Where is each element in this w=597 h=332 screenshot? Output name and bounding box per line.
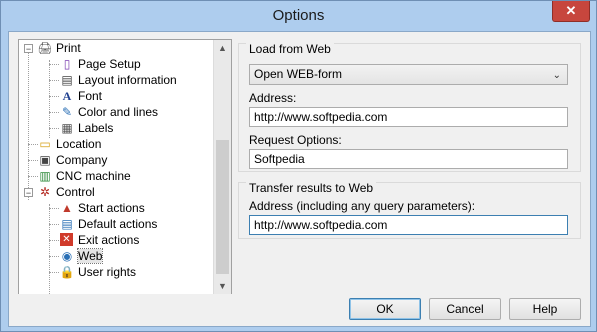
tree-connector: [49, 96, 59, 97]
tree-item-font[interactable]: A Font: [59, 88, 102, 104]
tree-item-page-setup[interactable]: ▯ Page Setup: [59, 56, 141, 72]
tree-item-location[interactable]: ▭ Location: [37, 136, 101, 152]
request-options-label: Request Options:: [249, 133, 342, 147]
tree-item-label: Layout information: [78, 73, 177, 87]
tree-scrollbar[interactable]: ▲ ▼: [213, 40, 231, 295]
start-actions-icon: ▲: [61, 201, 73, 215]
layout-icon: ▤: [61, 73, 73, 87]
tree-item-label: Font: [78, 89, 103, 103]
tree-item-label: Color and lines: [78, 105, 159, 119]
default-actions-icon: ▤: [61, 217, 73, 231]
tree-item-label: Control: [56, 185, 95, 199]
options-tree[interactable]: − 🖨 Print ▯ Page Setup ▤ Layout information…: [18, 39, 232, 296]
tree-connector: [49, 80, 59, 81]
web-search-icon: ◉: [61, 249, 73, 263]
tree-item-print[interactable]: 🖨 Print: [37, 40, 81, 56]
collapse-print-toggle[interactable]: −: [24, 44, 33, 54]
tree-item-label: Default actions: [78, 217, 158, 231]
tree-item-label: Start actions: [78, 201, 145, 215]
tree-item-default-actions[interactable]: ▤ Default actions: [59, 216, 157, 232]
tree-connector: [49, 64, 59, 65]
address-label: Address:: [249, 91, 297, 105]
tree-item-label: Exit actions: [78, 233, 140, 247]
tree-item-control[interactable]: ✲ Control: [37, 184, 95, 200]
tree-connector: [49, 224, 59, 225]
web-action-select-value: Open WEB-form: [254, 67, 343, 81]
page-setup-icon: ▯: [63, 57, 71, 71]
tree-item-label: Company: [56, 153, 108, 167]
scroll-down-icon[interactable]: ▼: [214, 278, 231, 295]
tree-item-label: Web: [76, 248, 104, 264]
tree-connector: [28, 50, 29, 200]
folder-icon: ▭: [39, 137, 51, 151]
web-settings-panel: Load from Web Open WEB-form ⌄ Address: h…: [238, 39, 583, 294]
options-window: Options ✕ SOFTPEDIA − 🖨Print: [0, 0, 597, 332]
tree-item-labels[interactable]: ▦ Labels: [59, 120, 113, 136]
transfer-address-input[interactable]: http://www.softpedia.com: [249, 215, 568, 235]
address-input[interactable]: http://www.softpedia.com: [249, 107, 568, 127]
dialog-client-area: SOFTPEDIA − 🖨Print ▯Page: [8, 31, 591, 327]
help-button[interactable]: Help: [509, 298, 581, 320]
color-lines-icon: ✎: [61, 105, 73, 119]
tree-item-label: CNC machine: [56, 169, 131, 183]
tree-connector: [49, 208, 59, 209]
tree-connector: [49, 112, 59, 113]
tree-connector: [49, 256, 59, 257]
transfer-results-legend: Transfer results to Web: [246, 181, 377, 195]
load-from-web-group: Load from Web Open WEB-form ⌄ Address: h…: [238, 42, 581, 172]
close-button[interactable]: ✕: [552, 1, 590, 22]
tree-connector: [49, 272, 59, 273]
tree-item-company[interactable]: ▣ Company: [37, 152, 107, 168]
tree-item-cnc-machine[interactable]: ▥ CNC machine: [37, 168, 131, 184]
tree-item-exit-actions[interactable]: ✕ Exit actions: [59, 232, 139, 248]
tree-item-color-and-lines[interactable]: ✎ Color and lines: [59, 104, 158, 120]
button-bar: [9, 294, 590, 326]
tree-connector: [49, 204, 50, 295]
tree-item-label: Page Setup: [78, 57, 141, 71]
tree-connector: [49, 60, 50, 138]
company-icon: ▣: [39, 153, 51, 167]
lock-icon: 🔒: [59, 265, 75, 279]
request-options-input[interactable]: Softpedia: [249, 149, 568, 169]
tree-item-web[interactable]: ◉ Web: [59, 248, 104, 264]
tree-item-user-rights[interactable]: 🔒 User rights: [59, 264, 137, 280]
tree-connector: [49, 240, 59, 241]
tree-item-label: Labels: [78, 121, 114, 135]
tree-connector: [49, 128, 59, 129]
transfer-address-label: Address (including any query parameters)…: [249, 199, 476, 213]
title-bar[interactable]: Options ✕: [1, 1, 596, 31]
tree-item-label: Print: [56, 41, 81, 55]
load-from-web-legend: Load from Web: [246, 42, 334, 56]
scrollbar-thumb[interactable]: [216, 140, 229, 274]
chevron-down-icon: ⌄: [552, 70, 561, 81]
ok-button[interactable]: OK: [349, 298, 421, 320]
collapse-control-toggle[interactable]: −: [24, 188, 33, 198]
printer-icon: 🖨: [37, 41, 53, 55]
labels-icon: ▦: [61, 121, 73, 135]
tree-item-label: Location: [56, 137, 102, 151]
control-wheel-icon: ✲: [39, 185, 51, 199]
cancel-button[interactable]: Cancel: [429, 298, 501, 320]
tree-item-start-actions[interactable]: ▲ Start actions: [59, 200, 145, 216]
web-action-select[interactable]: Open WEB-form ⌄: [249, 64, 568, 85]
tree-item-label: User rights: [78, 265, 137, 279]
tree-item-layout-information[interactable]: ▤ Layout information: [59, 72, 177, 88]
transfer-results-group: Transfer results to Web Address (includi…: [238, 181, 581, 239]
font-icon: A: [62, 89, 72, 103]
window-title: Options: [272, 7, 325, 24]
cnc-machine-icon: ▥: [39, 169, 51, 183]
exit-actions-icon: ✕: [60, 233, 73, 246]
scroll-up-icon[interactable]: ▲: [214, 40, 231, 57]
